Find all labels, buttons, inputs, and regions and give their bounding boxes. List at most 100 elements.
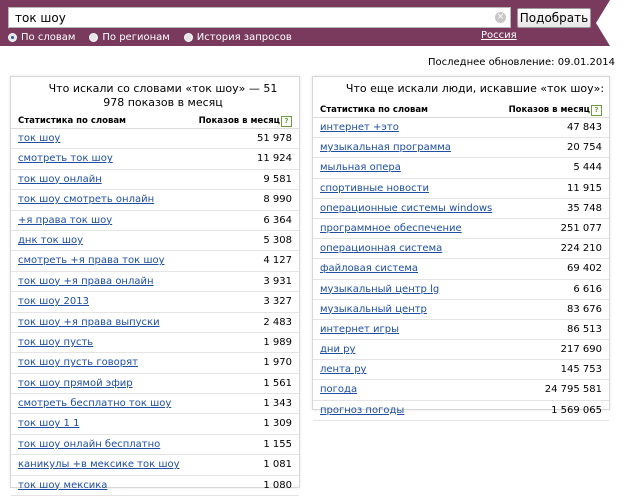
right-panel-title: Что еще искали люди, искавшие «ток шоу»: xyxy=(345,82,605,95)
query-link[interactable]: ток шоу +я права онлайн xyxy=(18,272,154,291)
left-panel: Что искали со словами «ток шоу» — 51 978… xyxy=(10,76,300,496)
table-row: интернет игры 86 513 xyxy=(313,320,609,341)
table-row: каникулы +в мексике ток шоу 1 081 xyxy=(11,455,299,476)
query-link[interactable]: +я права ток шоу xyxy=(18,211,112,230)
query-link[interactable]: спортивные новости xyxy=(320,179,429,198)
shows-count: 1 080 xyxy=(263,479,292,491)
table-row: ток шоу 51 978 xyxy=(11,129,299,150)
shows-count: 1 081 xyxy=(263,459,292,471)
query-link[interactable]: смотреть бесплатно ток шоу xyxy=(18,394,171,413)
query-link[interactable]: ток шоу онлайн xyxy=(18,170,102,189)
radio-history[interactable]: История запросов xyxy=(183,32,292,43)
table-row: программное обеспечение 251 077 xyxy=(313,219,609,240)
shows-count: 6 364 xyxy=(263,214,292,226)
shows-count: 1 309 xyxy=(263,418,292,430)
table-row: ток шоу 1 1 1 309 xyxy=(11,414,299,435)
shows-count: 1 989 xyxy=(263,336,292,348)
table-row: смотреть бесплатно ток шоу 1 343 xyxy=(11,394,299,415)
radio-by-regions[interactable]: По регионам xyxy=(89,31,170,43)
query-link[interactable]: дни ру xyxy=(320,340,355,359)
query-link[interactable]: ток шоу пусть говорят xyxy=(18,353,138,372)
shows-count: 35 748 xyxy=(567,202,602,214)
table-row: днк ток шоу 5 308 xyxy=(11,231,299,252)
clear-icon[interactable]: × xyxy=(495,12,506,23)
table-row: музыкальный центр 83 676 xyxy=(313,300,609,320)
table-row: операционные системы windows 35 748 xyxy=(313,199,609,219)
col-words-header: Статистика по словам xyxy=(18,116,127,126)
query-link[interactable]: ток шоу пусть xyxy=(18,333,93,352)
query-link[interactable]: музыкальный центр lg xyxy=(320,280,439,299)
shows-count: 8 990 xyxy=(263,194,292,206)
query-link[interactable]: ток шоу онлайн бесплатно xyxy=(18,435,160,454)
radio-label: По словам xyxy=(21,31,76,43)
radio-dot-icon[interactable] xyxy=(89,32,99,42)
mode-radios: По словам По регионам История запросов xyxy=(8,30,306,44)
table-row: смотреть +я права ток шоу 4 127 xyxy=(11,251,299,272)
shows-count: 1 155 xyxy=(263,438,292,450)
query-link[interactable]: программное обеспечение xyxy=(320,219,462,238)
query-link[interactable]: ток шоу мексика xyxy=(18,476,107,495)
table-row: лента ру 145 753 xyxy=(313,360,609,381)
right-table-body: интернет +это 47 843 музыкальная программа… xyxy=(313,118,609,421)
shows-count: 5 444 xyxy=(573,162,602,174)
query-link[interactable]: интернет игры xyxy=(320,320,399,339)
radio-by-words[interactable]: По словам xyxy=(8,32,75,43)
radio-label: По регионам xyxy=(102,31,170,43)
shows-count: 224 210 xyxy=(560,243,602,255)
query-link[interactable]: ток шоу 2013 xyxy=(18,292,89,311)
table-row: операционная система 224 210 xyxy=(313,239,609,260)
shows-count: 47 843 xyxy=(567,122,602,133)
query-link[interactable]: прогноз погоды xyxy=(320,401,404,420)
query-link[interactable]: смотреть +я права ток шоу xyxy=(18,251,165,270)
query-link[interactable]: файловая система xyxy=(320,259,418,278)
right-panel: Что еще искали люди, искавшие «ток шоу»:… xyxy=(312,76,610,421)
table-row: мыльная опера 5 444 xyxy=(313,158,609,179)
region-link[interactable]: Россия xyxy=(481,30,517,41)
query-link[interactable]: каникулы +в мексике ток шоу xyxy=(18,455,180,474)
query-link[interactable]: ток шоу смотреть онлайн xyxy=(18,190,154,209)
query-link[interactable]: ток шоу +я права выпуски xyxy=(18,313,160,332)
radio-dot-icon[interactable] xyxy=(8,32,17,42)
query-link[interactable]: мыльная опера xyxy=(320,158,401,177)
shows-count: 3 327 xyxy=(263,296,292,308)
query-link[interactable]: погода xyxy=(320,380,357,399)
search-input[interactable] xyxy=(9,8,485,27)
shows-count: 145 753 xyxy=(560,364,602,376)
shows-count: 11 915 xyxy=(567,182,602,194)
right-table-header: Статистика по словам Показов в месяц? xyxy=(313,103,609,118)
query-link[interactable]: ток шоу 1 1 xyxy=(18,414,79,433)
table-row: +я права ток шоу 6 364 xyxy=(11,211,299,231)
query-link[interactable]: интернет +это xyxy=(320,118,399,137)
search-box[interactable]: × xyxy=(8,7,511,28)
query-link[interactable]: ток шоу xyxy=(18,129,60,148)
shows-count: 6 616 xyxy=(573,283,602,295)
query-link[interactable]: ток шоу прямой эфир xyxy=(18,374,133,393)
col-shows-label: Показов в месяц xyxy=(508,105,590,115)
table-row: погода 24 795 581 xyxy=(313,380,609,401)
query-link[interactable]: операционная система xyxy=(320,239,442,258)
shows-count: 1 343 xyxy=(263,398,292,410)
query-link[interactable]: лента ру xyxy=(320,360,366,379)
query-link[interactable]: музыкальная программа xyxy=(320,138,451,157)
table-row: ток шоу мексика 1 080 xyxy=(11,476,299,496)
table-row: ток шоу +я права выпуски 2 483 xyxy=(11,313,299,333)
shows-count: 1 569 065 xyxy=(551,404,602,416)
shows-count: 1 561 xyxy=(263,377,292,389)
pick-button[interactable]: Подобрать xyxy=(517,8,591,28)
table-row: ток шоу пусть 1 989 xyxy=(11,333,299,354)
help-icon[interactable]: ? xyxy=(591,105,602,116)
table-row: ток шоу онлайн бесплатно 1 155 xyxy=(11,435,299,456)
shows-count: 9 581 xyxy=(263,173,292,185)
table-row: ток шоу смотреть онлайн 8 990 xyxy=(11,190,299,211)
query-link[interactable]: операционные системы windows xyxy=(320,199,492,218)
query-link[interactable]: днк ток шоу xyxy=(18,231,83,250)
shows-count: 4 127 xyxy=(263,255,292,267)
col-shows-header: Показов в месяц? xyxy=(199,114,292,128)
query-link[interactable]: смотреть ток шоу xyxy=(18,149,113,168)
help-icon[interactable]: ? xyxy=(281,116,292,127)
shows-count: 2 483 xyxy=(263,316,292,328)
query-link[interactable]: музыкальный центр xyxy=(320,300,427,319)
table-row: файловая система 69 402 xyxy=(313,259,609,280)
radio-dot-icon[interactable] xyxy=(183,32,193,42)
table-row: дни ру 217 690 xyxy=(313,340,609,361)
